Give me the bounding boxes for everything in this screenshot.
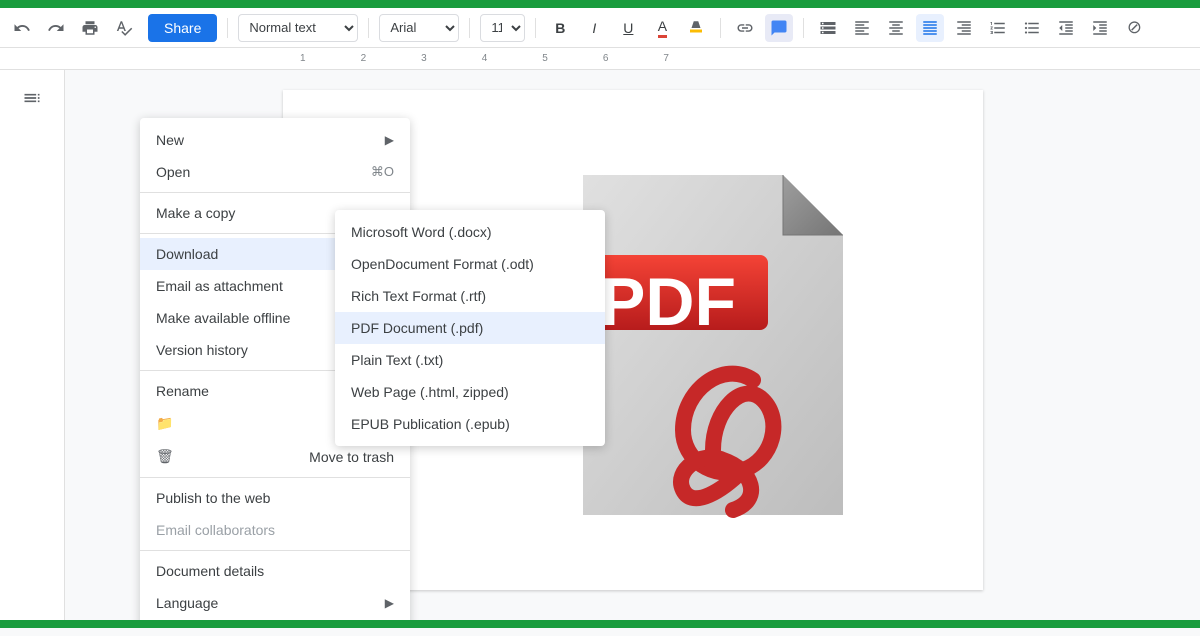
download-submenu: Microsoft Word (.docx) OpenDocument Form… — [335, 210, 605, 446]
menu-item-doc-details[interactable]: Document details — [140, 555, 410, 587]
submenu-item-word[interactable]: Microsoft Word (.docx) — [335, 216, 605, 248]
ruler-mark-4: 4 — [482, 53, 488, 64]
bold-button[interactable]: B — [546, 14, 574, 42]
ruler-mark-7: 7 — [663, 53, 669, 64]
font-size-select[interactable]: 11 — [480, 14, 525, 42]
separator-4 — [140, 477, 410, 478]
version-history-label: Version history — [156, 342, 248, 358]
submenu-item-epub[interactable]: EPUB Publication (.epub) — [335, 408, 605, 440]
align-left-button[interactable] — [848, 14, 876, 42]
font-select[interactable]: Arial — [379, 14, 459, 42]
odt-label: OpenDocument Format (.odt) — [351, 256, 534, 272]
menu-item-publish[interactable]: Publish to the web — [140, 482, 410, 514]
doc-details-label: Document details — [156, 563, 264, 579]
svg-text:PDF: PDF — [600, 264, 736, 340]
folder-icon: 📁 — [156, 415, 176, 432]
word-label: Microsoft Word (.docx) — [351, 224, 492, 240]
submenu-item-html[interactable]: Web Page (.html, zipped) — [335, 376, 605, 408]
align-center-button[interactable] — [882, 14, 910, 42]
sidebar-outline-button[interactable] — [12, 78, 52, 118]
separator-5 — [140, 550, 410, 551]
divider-1 — [227, 18, 228, 38]
html-label: Web Page (.html, zipped) — [351, 384, 509, 400]
email-attachment-label: Email as attachment — [156, 278, 283, 294]
make-available-label: Make available offline — [156, 310, 290, 326]
align-justify-button[interactable] — [916, 14, 944, 42]
numbered-list-button[interactable] — [984, 14, 1012, 42]
divider-6 — [803, 18, 804, 38]
language-chevron: ▶ — [385, 596, 394, 610]
divider-3 — [469, 18, 470, 38]
share-button[interactable]: Share — [148, 14, 217, 42]
trash-icon: 🗑 — [156, 448, 176, 465]
menu-item-open-label: Open — [156, 164, 190, 180]
highlight-button[interactable] — [682, 14, 710, 42]
doc-area: PDF New ▶ — [65, 70, 1200, 628]
rename-label: Rename — [156, 383, 209, 399]
ruler-mark-6: 6 — [603, 53, 609, 64]
submenu-item-pdf[interactable]: PDF Document (.pdf) — [335, 312, 605, 344]
ruler: 1 2 3 4 5 6 7 — [0, 48, 1200, 70]
undo-button[interactable] — [8, 14, 36, 42]
link-button[interactable] — [731, 14, 759, 42]
main-layout: PDF New ▶ — [0, 70, 1200, 628]
ruler-mark-1: 1 — [300, 53, 306, 64]
comment-button[interactable] — [765, 14, 793, 42]
text-color-button[interactable]: A — [648, 14, 676, 42]
menu-item-new-label: New — [156, 132, 184, 148]
submenu-item-rtf[interactable]: Rich Text Format (.rtf) — [335, 280, 605, 312]
separator-1 — [140, 192, 410, 193]
ruler-mark-2: 2 — [361, 53, 367, 64]
menu-item-email-collab: Email collaborators — [140, 514, 410, 546]
text-color2-button[interactable] — [814, 14, 842, 42]
menu-item-language[interactable]: Language ▶ — [140, 587, 410, 619]
make-copy-label: Make a copy — [156, 205, 235, 221]
italic-button[interactable]: I — [580, 14, 608, 42]
top-green-bar — [0, 0, 1200, 8]
ruler-mark-3: 3 — [421, 53, 427, 64]
pdf-label: PDF Document (.pdf) — [351, 320, 483, 336]
bulleted-list-button[interactable] — [1018, 14, 1046, 42]
print-button[interactable] — [76, 14, 104, 42]
menu-item-new[interactable]: New ▶ — [140, 124, 410, 156]
divider-4 — [535, 18, 536, 38]
submenu-item-txt[interactable]: Plain Text (.txt) — [335, 344, 605, 376]
bottom-green-bar — [0, 620, 1200, 628]
more-options-button[interactable]: ⊘ — [1120, 14, 1148, 42]
divider-2 — [368, 18, 369, 38]
trash-label: Move to trash — [309, 449, 394, 465]
sidebar — [0, 70, 65, 628]
ruler-mark-5: 5 — [542, 53, 548, 64]
rtf-label: Rich Text Format (.rtf) — [351, 288, 486, 304]
spellcheck-button[interactable] — [110, 14, 138, 42]
decrease-indent-button[interactable] — [1052, 14, 1080, 42]
language-label: Language — [156, 595, 218, 611]
download-label: Download — [156, 246, 218, 262]
publish-label: Publish to the web — [156, 490, 270, 506]
redo-button[interactable] — [42, 14, 70, 42]
epub-label: EPUB Publication (.epub) — [351, 416, 510, 432]
menu-item-open[interactable]: Open ⌘O — [140, 156, 410, 188]
divider-5 — [720, 18, 721, 38]
toolbar: Share Normal text Arial 11 B I U A — [0, 8, 1200, 48]
txt-label: Plain Text (.txt) — [351, 352, 443, 368]
increase-indent-button[interactable] — [1086, 14, 1114, 42]
style-select[interactable]: Normal text — [238, 14, 358, 42]
new-chevron: ▶ — [385, 133, 394, 147]
underline-button[interactable]: U — [614, 14, 642, 42]
align-right-button[interactable] — [950, 14, 978, 42]
open-shortcut: ⌘O — [371, 164, 394, 180]
submenu-item-odt[interactable]: OpenDocument Format (.odt) — [335, 248, 605, 280]
email-collab-label: Email collaborators — [156, 522, 275, 538]
